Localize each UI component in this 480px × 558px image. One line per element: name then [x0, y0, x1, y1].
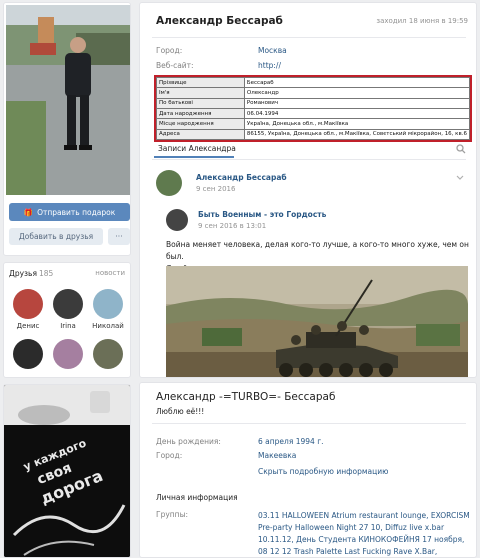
dossier-key: Дата народження	[156, 107, 245, 120]
repost-source-link[interactable]: Быть Военным - это Гордость	[198, 210, 326, 219]
gift-icon: 🎁	[23, 207, 34, 217]
wall-photo[interactable]: у каждого своя дорога	[3, 384, 131, 558]
friend-avatar	[93, 289, 123, 319]
dossier-value: Олександр	[243, 87, 471, 99]
profile-status: Люблю её!!!	[156, 407, 205, 416]
table-row: Прізвище Бессараб	[156, 76, 471, 89]
dossier-key: Прізвище	[156, 76, 245, 89]
profile-avatar-photo[interactable]	[6, 5, 130, 195]
divider	[152, 37, 466, 38]
dossier-key: Місце народження	[156, 118, 245, 130]
post-text-line: Война меняет человека, делая кого-то луч…	[166, 240, 469, 261]
more-actions-button[interactable]: ···	[108, 228, 130, 245]
profile-photo-card: 🎁 Отправить подарок Добавить в друзья ··…	[3, 2, 131, 256]
friend-item[interactable]	[8, 339, 48, 369]
search-icon[interactable]	[456, 144, 466, 154]
repost-date[interactable]: 9 сен 2016 в 13:01	[198, 222, 266, 230]
dossier-table: Прізвище Бессараб Ім'я Олександр По батько…	[156, 76, 471, 141]
friends-count: 185	[38, 269, 54, 278]
post-author-avatar[interactable]	[156, 170, 182, 196]
friends-block: Друзья 185 новости Денис Irina Николай	[3, 262, 131, 378]
add-friend-label: Добавить в друзья	[18, 232, 94, 241]
groups-label: Группы:	[156, 510, 189, 519]
city-label: Город:	[156, 46, 183, 55]
birthday-link[interactable]: 6 апреля 1994 г.	[258, 437, 324, 446]
chevron-down-icon[interactable]	[456, 175, 464, 181]
post-author-link[interactable]: Александр Бессараб	[196, 173, 287, 182]
dossier-key: Ім'я	[156, 87, 245, 99]
groups-links[interactable]: 03.11 HALLOWEEN Atrium restaurant lounge…	[258, 510, 472, 557]
dossier-value: Бессараб	[243, 76, 471, 89]
city-link[interactable]: Москва	[258, 46, 287, 55]
birthday-label: День рождения:	[156, 437, 221, 446]
friend-name: Денис	[16, 322, 40, 330]
friend-item[interactable]: Irina	[48, 289, 88, 330]
dossier-value: 86155, Україна, Донецька обл., м.Макіївк…	[243, 128, 471, 141]
dossier-key: Адреса	[156, 128, 245, 141]
tab-wall-posts[interactable]: Записи Александра	[158, 144, 236, 153]
friend-avatar	[13, 289, 43, 319]
profile-full-name: Александр -=TURBO=- Бессараб	[156, 391, 336, 403]
friends-news-link[interactable]: новости	[95, 269, 125, 277]
dossier-value: 06.04.1994	[243, 107, 471, 120]
friend-avatar	[53, 289, 83, 319]
personal-info-heading: Личная информация	[156, 493, 238, 502]
add-friend-button[interactable]: Добавить в друзья	[9, 228, 103, 245]
divider	[152, 423, 466, 424]
highlighted-dossier-table: Прізвище Бессараб Ім'я Олександр По батько…	[154, 75, 472, 142]
hometown-label: Город:	[156, 451, 183, 460]
dossier-key: По батькові	[156, 97, 245, 110]
divider	[152, 159, 466, 160]
friend-avatar	[93, 339, 123, 369]
friends-title: Друзья	[9, 269, 37, 278]
toggle-details-link[interactable]: Скрыть подробную информацию	[258, 467, 388, 476]
send-gift-button[interactable]: 🎁 Отправить подарок	[9, 203, 130, 221]
friend-avatar	[53, 339, 83, 369]
repost-source-avatar[interactable]	[166, 209, 188, 231]
website-label: Веб-сайт:	[156, 61, 194, 70]
friends-header[interactable]: Друзья 185	[9, 269, 53, 278]
friend-name: Irina	[60, 322, 76, 330]
profile-name: Александр Бессараб	[156, 15, 283, 27]
table-row: По батькові Романович	[156, 97, 471, 110]
friend-item[interactable]	[88, 339, 128, 369]
friend-name: Николай	[92, 322, 124, 330]
friend-avatar	[13, 339, 43, 369]
dossier-value: Україна, Донецька обл., м.Макіївка	[243, 118, 471, 130]
hometown-link[interactable]: Макеевка	[258, 451, 296, 460]
tab-active-underline	[154, 156, 234, 158]
friend-item[interactable]: Денис	[8, 289, 48, 330]
profile-info-card: Александр -=TURBO=- Бессараб Люблю её!!!…	[139, 382, 477, 558]
more-actions-icon: ···	[115, 232, 123, 241]
table-row: Місце народження Україна, Донецька обл., …	[156, 118, 471, 130]
website-link[interactable]: http://	[258, 61, 281, 70]
table-row: Адреса 86155, Україна, Донецька обл., м.М…	[156, 128, 471, 141]
send-gift-label: Отправить подарок	[37, 207, 116, 217]
dossier-value: Романович	[243, 97, 471, 110]
online-status: заходил 18 июня в 19:59	[376, 17, 468, 25]
post-date[interactable]: 9 сен 2016	[196, 185, 235, 193]
friend-item[interactable]	[48, 339, 88, 369]
profile-card: Александр Бессараб заходил 18 июня в 19:…	[139, 2, 477, 378]
friend-item[interactable]: Николай	[88, 289, 128, 330]
post-image[interactable]	[166, 266, 468, 377]
table-row: Дата народження 06.04.1994	[156, 107, 471, 120]
table-row: Ім'я Олександр	[156, 87, 471, 99]
